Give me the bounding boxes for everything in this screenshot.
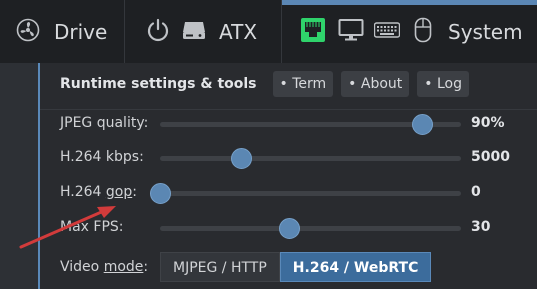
slider-thumb[interactable] — [231, 148, 253, 169]
h264-gop-slider[interactable] — [150, 183, 461, 204]
mode-webrtc-button[interactable]: H.264 / WebRTC — [279, 252, 432, 282]
jpeg-quality-row: JPEG quality: 90% — [60, 111, 530, 137]
slider-thumb[interactable] — [411, 114, 433, 135]
h264-gop-value: 0 — [471, 184, 481, 200]
system-menu[interactable]: System — [300, 0, 523, 63]
drive-icon — [181, 19, 207, 45]
jpeg-quality-label: JPEG quality: — [60, 115, 149, 131]
top-menu-bar: Drive ATX System — [0, 0, 537, 64]
video-mode-label: Video mode: — [60, 259, 149, 275]
h264-gop-row: H.264 gop: 0 — [60, 180, 530, 206]
log-button[interactable]: • Log — [417, 71, 469, 97]
left-background-strip — [0, 63, 38, 289]
h264-kbps-slider[interactable] — [160, 148, 461, 169]
max-fps-value: 30 — [471, 219, 491, 235]
power-icon — [145, 17, 171, 47]
panel-divider — [40, 109, 537, 110]
menu-separator — [124, 0, 125, 63]
h264-gop-label: H.264 gop: — [60, 184, 137, 200]
atx-label: ATX — [219, 19, 258, 44]
fan-icon — [16, 18, 40, 46]
video-mode-row: Video mode: MJPEG / HTTP H.264 / WebRTC — [60, 252, 530, 282]
h264-kbps-label: H.264 kbps: — [60, 149, 144, 165]
system-dropdown-panel: Runtime settings & tools • Term • About … — [38, 63, 537, 289]
about-button[interactable]: • About — [341, 71, 410, 97]
mode-mjpeg-button[interactable]: MJPEG / HTTP — [160, 252, 280, 282]
drive-menu[interactable]: Drive — [16, 0, 107, 63]
menu-separator — [281, 0, 282, 63]
atx-menu[interactable]: ATX — [145, 0, 257, 63]
panel-title: Runtime settings & tools — [60, 76, 257, 92]
panel-header: Runtime settings & tools • Term • About … — [60, 71, 469, 97]
max-fps-row: Max FPS: 30 — [60, 215, 530, 241]
monitor-icon — [338, 18, 364, 46]
h264-kbps-row: H.264 kbps: 5000 — [60, 145, 530, 171]
drive-label: Drive — [54, 19, 108, 44]
keyboard-icon — [373, 21, 401, 42]
max-fps-slider[interactable] — [160, 218, 461, 239]
term-button[interactable]: • Term — [272, 71, 334, 97]
jpeg-quality-slider[interactable] — [160, 114, 461, 135]
video-mode-switch: MJPEG / HTTP H.264 / WebRTC — [160, 252, 432, 282]
jpeg-quality-value: 90% — [471, 115, 505, 131]
slider-thumb[interactable] — [150, 183, 171, 204]
annotation-arrow-icon — [19, 206, 116, 249]
mouse-icon — [414, 17, 432, 47]
system-label: System — [448, 19, 523, 44]
network-icon — [300, 17, 326, 47]
slider-thumb[interactable] — [279, 218, 301, 239]
h264-kbps-value: 5000 — [471, 149, 510, 165]
